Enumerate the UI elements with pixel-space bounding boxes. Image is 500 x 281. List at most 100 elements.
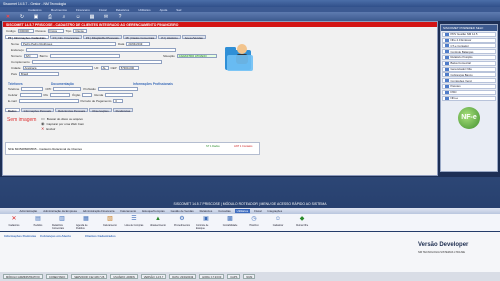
menu-fiscal[interactable]: Fiscal xyxy=(99,8,107,12)
tab-info-financeiras[interactable]: PJ | Info. Financeiras xyxy=(49,35,82,40)
module-cadastrar[interactable]: ☺ Cadastrar xyxy=(268,215,288,230)
print-icon[interactable]: ⎙ xyxy=(45,13,55,20)
codigo-field[interactable]: 000000 xyxy=(17,29,34,33)
tab-faturamento[interactable]: Faturamento xyxy=(119,209,138,213)
close-icon[interactable]: ✕ xyxy=(3,13,13,20)
subtab-observacoes[interactable]: Observações xyxy=(89,108,112,113)
save-icon[interactable]: ▣ xyxy=(31,13,41,20)
tab-anexo[interactable]: Anexo/Vendas xyxy=(181,35,206,40)
endereco-field[interactable] xyxy=(25,48,176,52)
rp-item-gerenciador[interactable]: Gerenciador NFe xyxy=(442,66,496,72)
subtab-pendencias[interactable]: Pendências xyxy=(112,108,134,113)
subtab-ref-pessoais[interactable]: Referências Pessoais xyxy=(55,108,89,113)
rp-item-nfe[interactable]: NFe 4.0 Emissor xyxy=(442,37,496,43)
tab-fiscal[interactable]: Fiscal xyxy=(253,209,263,213)
company-label: NM TECNOLOGIA SISTEMAS LTDA ME xyxy=(418,251,466,254)
module-pedidos[interactable]: ▤ Pedidos xyxy=(28,215,48,230)
rp-item-pdv[interactable]: PDV Gestão NM 14.5 xyxy=(442,31,496,37)
rp-item-comissoes[interactable]: Comissões Vend. xyxy=(442,78,496,84)
invoice-icon: ▧ xyxy=(107,216,113,222)
rp-item-relatorio[interactable]: Relatório Posição xyxy=(442,54,496,60)
tab-consultas[interactable]: Consultas xyxy=(217,209,232,213)
info-panels: Informações Rodovias Cobranças em Aberto… xyxy=(0,232,500,272)
module-outras-nfe[interactable]: ◆ Outras NFe xyxy=(292,215,312,230)
rg-field[interactable] xyxy=(50,93,71,97)
menu-relatorios[interactable]: Relatórios xyxy=(116,8,130,12)
module-contabilidade[interactable]: ▩ Contabilidade xyxy=(220,215,240,230)
profissao-field[interactable] xyxy=(97,87,138,91)
tab-info-cadastrais[interactable]: PF | Informações Cadastrais xyxy=(5,35,49,40)
module-faturamento[interactable]: ▧ Faturamento xyxy=(100,215,120,230)
telefone-field[interactable] xyxy=(21,87,44,91)
celular-field[interactable] xyxy=(19,93,42,97)
subtab-info-pessoais[interactable]: Informações Pessoais xyxy=(20,108,55,113)
img-excluir-button[interactable]: Excluir xyxy=(46,127,55,131)
rp-item-balancas[interactable]: Controle Balanças xyxy=(442,49,496,55)
tipo-select[interactable]: Cliente xyxy=(73,29,88,33)
delete-icon[interactable]: ✕ xyxy=(41,126,44,131)
tab-administracao[interactable]: Administração xyxy=(18,209,39,213)
menu-sair[interactable]: Sair xyxy=(176,8,181,12)
module-agenda[interactable]: ▦ Agenda de Pedidos xyxy=(76,215,96,230)
module-cadastros[interactable]: ✕ Cadastros xyxy=(4,215,24,230)
menu-utilitarios[interactable]: Utilitários xyxy=(138,8,150,12)
menu-cadastros[interactable]: Cadastros xyxy=(28,8,42,12)
tab-estoque[interactable]: Estoque/Compras xyxy=(141,209,166,213)
tab-utilitarios[interactable]: Utilitários xyxy=(235,209,250,213)
pais-field[interactable]: Brasil xyxy=(19,72,60,76)
pessoa-select[interactable]: Física xyxy=(47,29,64,33)
app-icon xyxy=(445,32,449,36)
email-field[interactable] xyxy=(18,99,79,103)
rp-item-nfse[interactable]: NFs-e xyxy=(442,95,496,101)
module-compras[interactable]: ☰ Lista de Compras xyxy=(124,215,144,230)
menu-ajuda[interactable]: Ajuda xyxy=(160,8,168,12)
rp-item-cobrancas[interactable]: Cobranças Banco xyxy=(442,72,496,78)
help-icon[interactable]: ? xyxy=(115,13,125,20)
tab-gestao-vendas[interactable]: Gestão de Vendas xyxy=(169,209,195,213)
right-panel: SISCOMET POWERED SELF PDV Gestão NM 14.5… xyxy=(440,24,498,172)
tab-historico[interactable]: PJ | Histórico xyxy=(158,35,181,40)
search-icon[interactable]: ⌕ xyxy=(59,13,69,20)
tab-adm-financeira[interactable]: Administração Financeira xyxy=(81,209,116,213)
calendar-icon[interactable]: ▦ xyxy=(87,13,97,20)
refresh-icon[interactable]: ↻ xyxy=(17,13,27,20)
app-icon xyxy=(445,44,449,48)
cpf-field[interactable] xyxy=(53,87,82,91)
document-icon: ▤ xyxy=(35,216,41,222)
bairro-field[interactable] xyxy=(49,54,120,58)
module-procedimentos[interactable]: ⚙ Procedimentos xyxy=(172,215,192,230)
menu-movimentos[interactable]: Movimentos xyxy=(51,8,67,12)
user-icon[interactable]: ☺ xyxy=(73,13,83,20)
tab-integracoes[interactable]: Integrações xyxy=(266,209,284,213)
module-abastecimento[interactable]: ▲ Abastecimento xyxy=(148,215,168,230)
rp-item-cte[interactable]: CT-e Contador xyxy=(442,43,496,49)
dias-field[interactable]: 0 xyxy=(113,99,124,103)
app-icon xyxy=(445,61,449,65)
module-rel-comerciais[interactable]: ▥ Relatórios Comerciais xyxy=(52,215,72,230)
module-estoque[interactable]: ▣ Controle de Estoque xyxy=(196,215,216,230)
orgao-field[interactable] xyxy=(82,93,93,97)
img-buscar-button[interactable]: Buscar do disco ou arquivo xyxy=(47,117,83,121)
data-field[interactable]: 23/04/2019 xyxy=(126,42,151,46)
rp-item-baixa[interactable]: Baixa Comercial xyxy=(442,60,496,66)
rp-item-dsn[interactable]: DSN xyxy=(442,89,496,95)
situacao-field[interactable]: CADASTRO ATIVADO xyxy=(176,54,217,58)
tab-adm-empresa[interactable]: Administração da Empresa xyxy=(42,209,79,213)
img-webcam-button[interactable]: Capturar por uma Web Cam xyxy=(47,122,85,126)
cep-field[interactable]: 57300-000 xyxy=(118,66,139,70)
panel-clientes-title: Clientes Cadastrados xyxy=(85,234,116,238)
renda-field[interactable] xyxy=(105,93,134,97)
tab-filiacao[interactable]: PF | Filiação/Ref.Pessoais xyxy=(82,35,122,40)
tab-relatorios[interactable]: Relatórios xyxy=(198,209,214,213)
nome-field[interactable]: Pedro Pedro Rodrigues xyxy=(21,42,117,46)
rp-item-pacotes[interactable]: Pacotes xyxy=(442,83,496,89)
module-historico[interactable]: ◷ Histórico xyxy=(244,215,264,230)
uf-field[interactable]: AL xyxy=(100,66,109,70)
mail-icon[interactable]: ✉ xyxy=(101,13,111,20)
complemento-field[interactable] xyxy=(31,60,162,64)
subtab-dados[interactable]: Dados xyxy=(5,108,20,113)
tab-dados-comerciais[interactable]: PF | Dados Comerciais xyxy=(122,35,158,40)
numero-field[interactable]: S/N xyxy=(23,54,38,58)
cidade-field[interactable]: Arapiraca xyxy=(22,66,93,70)
menu-financeiro[interactable]: Financeiro xyxy=(76,8,90,12)
